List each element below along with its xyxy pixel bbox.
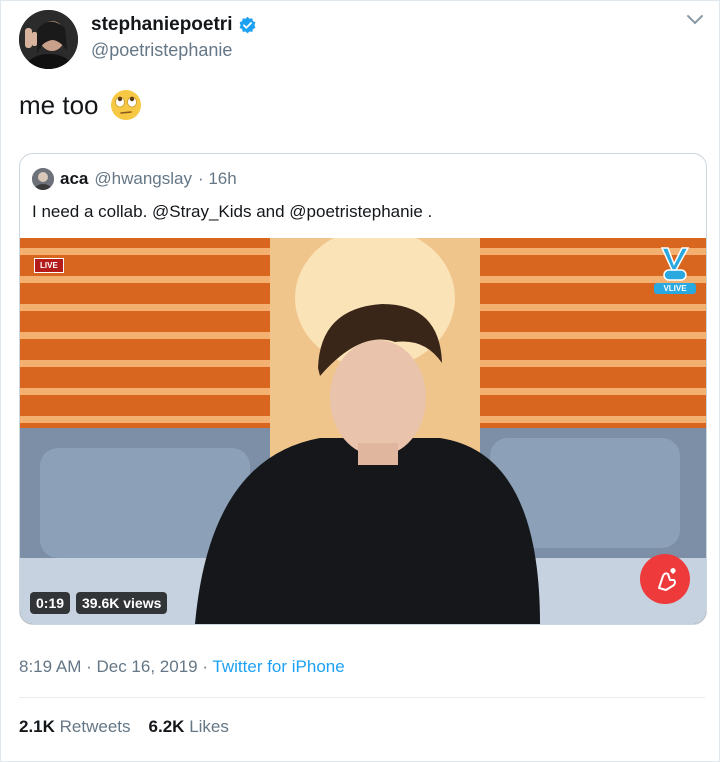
quoted-tweet[interactable]: aca @hwangslay · 16h I need a collab. @S…	[19, 153, 707, 625]
divider	[19, 697, 705, 698]
likes-stat[interactable]: 6.2K Likes	[149, 717, 229, 737]
video-duration: 0:19	[30, 592, 71, 614]
eye-roll-emoji-icon	[110, 90, 141, 120]
author-avatar[interactable]	[19, 10, 78, 69]
retweets-stat[interactable]: 2.1K Retweets	[19, 717, 131, 737]
likes-count: 6.2K	[148, 717, 185, 736]
live-tag: LIVE	[34, 258, 64, 273]
avatar-image	[19, 10, 78, 69]
chevron-down-icon[interactable]	[686, 14, 704, 26]
verified-badge-icon	[240, 16, 256, 33]
quoted-author-avatar[interactable]	[32, 168, 54, 190]
likes-label: Likes	[189, 717, 229, 736]
video-views: 39.6K views	[76, 592, 168, 614]
retweets-count: 2.1K	[19, 717, 55, 736]
tweet-stats: 2.1K Retweets 6.2K Likes	[19, 717, 229, 737]
quoted-timestamp: · 16h	[197, 169, 237, 188]
tweet-text: me too	[19, 89, 99, 120]
vlive-watermark: VLIVE	[654, 283, 696, 294]
finger-heart-icon	[658, 568, 676, 591]
tweet-body: me too	[19, 88, 143, 122]
finger-heart-button[interactable]	[640, 554, 690, 604]
tweet-source[interactable]: Twitter for iPhone	[212, 657, 344, 676]
quoted-text: I need a collab. @Stray_Kids and @poetri…	[32, 202, 433, 221]
video-player[interactable]: LIVE VLIVE 0:19 39.6K views	[20, 238, 706, 624]
tweet-meta: 8:19 AM · Dec 16, 2019 · Twitter for iPh…	[19, 657, 345, 677]
tweet-timestamp[interactable]: 8:19 AM · Dec 16, 2019 ·	[19, 657, 208, 676]
author-handle[interactable]: @poetristephanie	[91, 40, 232, 61]
quoted-display-name[interactable]: aca	[60, 169, 88, 189]
retweets-label: Retweets	[59, 717, 131, 736]
video-thumbnail	[20, 238, 706, 624]
author-display-name[interactable]: stephaniepoetri	[91, 14, 232, 36]
quoted-avatar-image	[32, 168, 54, 190]
quoted-handle[interactable]: @hwangslay	[94, 169, 192, 189]
